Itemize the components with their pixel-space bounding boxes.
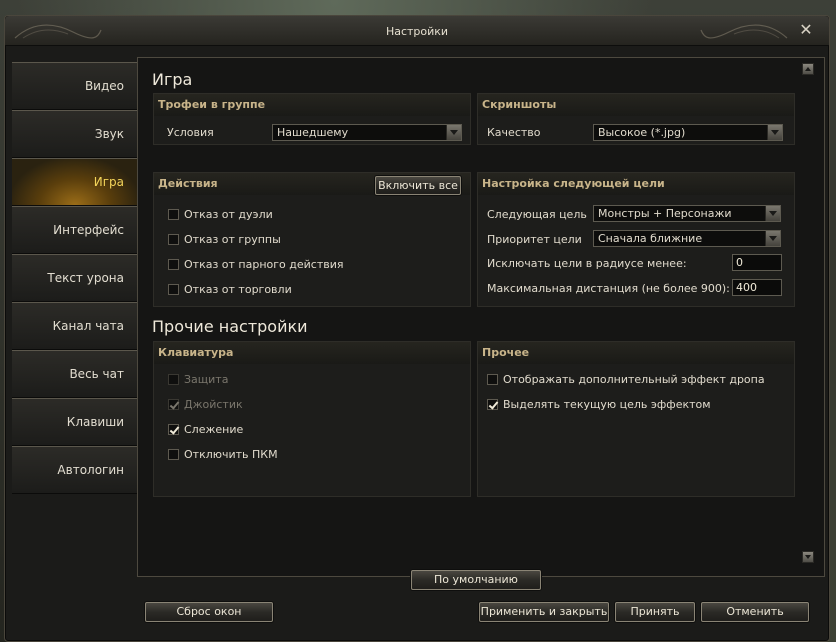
next-target-label: Следующая цель xyxy=(487,208,587,221)
scroll-up-icon[interactable] xyxy=(802,63,814,75)
chevron-down-icon xyxy=(446,125,461,140)
sidebar-item-label: Видео xyxy=(84,79,124,93)
refuse-party-checkbox[interactable]: Отказ от группы xyxy=(168,233,368,247)
sidebar-item-autologin[interactable]: Автологин xyxy=(12,446,138,494)
max-distance-input[interactable] xyxy=(732,279,782,296)
reset-windows-button[interactable]: Сброс окон xyxy=(145,602,273,622)
enable-all-button[interactable]: Включить все xyxy=(375,176,461,195)
protection-label: Защита xyxy=(184,373,229,386)
refuse-duel-label: Отказ от дуэли xyxy=(184,208,273,221)
sidebar-item-label: Звук xyxy=(94,127,124,141)
cancel-button[interactable]: Отменить xyxy=(701,602,809,622)
next-target-section: Настройка следующей цели Следующая цель … xyxy=(477,172,795,307)
screenshot-quality-select[interactable]: Высокое (*.jpg) xyxy=(593,124,783,141)
checkbox-box xyxy=(168,449,179,460)
highlight-target-label: Выделять текущую цель эффектом xyxy=(503,398,711,411)
screenshot-quality-label: Качество xyxy=(487,126,541,139)
sidebar-item-label: Канал чата xyxy=(52,319,124,333)
protection-checkbox[interactable]: Защита xyxy=(168,373,368,387)
apply-button[interactable]: Принять xyxy=(615,602,695,622)
settings-content-panel: Игра Трофеи в группе Условия Нашедшему С… xyxy=(137,57,825,577)
max-distance-label: Максимальная дистанция (не более 900): xyxy=(487,282,730,295)
sidebar-item-label: Клавиши xyxy=(66,415,124,429)
extra-drop-effect-label: Отображать дополнительный эффект дропа xyxy=(503,373,765,386)
exclude-radius-label: Исключать цели в радиусе менее: xyxy=(487,257,687,270)
checkbox-box xyxy=(168,259,179,270)
joystick-checkbox[interactable]: Джойстик xyxy=(168,398,368,412)
settings-sidebar: Видео Звук Игра Интерфейс Текст урона Ка… xyxy=(12,62,147,494)
checkbox-box xyxy=(168,424,179,435)
exclude-radius-input[interactable] xyxy=(732,254,782,271)
checkbox-box xyxy=(168,399,179,410)
chevron-down-icon xyxy=(765,206,780,221)
sidebar-item-sound[interactable]: Звук xyxy=(12,110,138,158)
checkbox-box xyxy=(487,399,498,410)
refuse-duel-checkbox[interactable]: Отказ от дуэли xyxy=(168,208,368,222)
next-target-select[interactable]: Монстры + Персонажи xyxy=(593,205,781,222)
screenshots-section: Скриншоты Качество Высокое (*.jpg) xyxy=(477,93,795,145)
sidebar-item-label: Интерфейс xyxy=(53,223,124,237)
settings-window: Настройки ✕ Видео Звук Игра Интерфейс Те… xyxy=(4,15,830,642)
joystick-label: Джойстик xyxy=(184,398,243,411)
sidebar-item-video[interactable]: Видео xyxy=(12,62,138,110)
target-priority-value: Сначала ближние xyxy=(598,232,703,245)
loot-section: Трофеи в группе Условия Нашедшему xyxy=(153,93,471,145)
loot-condition-select[interactable]: Нашедшему xyxy=(272,124,462,141)
disable-rmb-checkbox[interactable]: Отключить ПКМ xyxy=(168,448,368,462)
sidebar-item-keys[interactable]: Клавиши xyxy=(12,398,138,446)
sidebar-item-all-chat[interactable]: Весь чат xyxy=(12,350,138,398)
keyboard-section: Клавиатура Защита Джойстик Слежение Откл… xyxy=(153,341,471,497)
checkbox-box xyxy=(168,209,179,220)
refuse-couple-action-label: Отказ от парного действия xyxy=(184,258,344,271)
checkbox-box xyxy=(487,374,498,385)
sidebar-item-damage-text[interactable]: Текст урона xyxy=(12,254,138,302)
checkbox-box xyxy=(168,284,179,295)
defaults-button[interactable]: По умолчанию xyxy=(411,570,541,590)
refuse-trade-label: Отказ от торговли xyxy=(184,283,292,296)
keyboard-section-title: Клавиатура xyxy=(154,342,470,364)
misc-section-title: Прочее xyxy=(478,342,794,364)
screenshot-quality-value: Высокое (*.jpg) xyxy=(598,126,686,139)
misc-section: Прочее Отображать дополнительный эффект … xyxy=(477,341,795,497)
other-settings-heading: Прочие настройки xyxy=(152,317,308,336)
chevron-down-icon xyxy=(765,231,780,246)
sidebar-item-label: Игра xyxy=(93,175,124,189)
scroll-down-icon[interactable] xyxy=(802,551,814,563)
disable-rmb-label: Отключить ПКМ xyxy=(184,448,278,461)
target-priority-label: Приоритет цели xyxy=(487,233,582,246)
sidebar-item-chat-channel[interactable]: Канал чата xyxy=(12,302,138,350)
highlight-target-checkbox[interactable]: Выделять текущую цель эффектом xyxy=(487,398,787,412)
refuse-trade-checkbox[interactable]: Отказ от торговли xyxy=(168,283,368,297)
sidebar-item-interface[interactable]: Интерфейс xyxy=(12,206,138,254)
title-bar[interactable]: Настройки ✕ xyxy=(5,16,829,46)
apply-and-close-button[interactable]: Применить и закрыть xyxy=(479,602,609,622)
refuse-couple-action-checkbox[interactable]: Отказ от парного действия xyxy=(168,258,368,272)
loot-condition-label: Условия xyxy=(167,126,214,139)
actions-section: Действия Включить все Отказ от дуэли Отк… xyxy=(153,172,471,307)
loot-condition-value: Нашедшему xyxy=(277,126,349,139)
refuse-party-label: Отказ от группы xyxy=(184,233,281,246)
sidebar-item-label: Текст урона xyxy=(47,271,124,285)
window-title: Настройки xyxy=(385,25,449,38)
next-target-section-title: Настройка следующей цели xyxy=(478,173,794,195)
chevron-down-icon xyxy=(767,125,782,140)
tracking-label: Слежение xyxy=(184,423,244,436)
next-target-value: Монстры + Персонажи xyxy=(598,207,732,220)
tracking-checkbox[interactable]: Слежение xyxy=(168,423,368,437)
screenshots-section-title: Скриншоты xyxy=(478,94,794,116)
close-icon[interactable]: ✕ xyxy=(797,21,815,39)
extra-drop-effect-checkbox[interactable]: Отображать дополнительный эффект дропа xyxy=(487,373,787,387)
sidebar-item-label: Автологин xyxy=(57,463,124,477)
game-heading: Игра xyxy=(152,70,193,89)
sidebar-item-label: Весь чат xyxy=(69,367,124,381)
sidebar-item-game[interactable]: Игра xyxy=(12,158,147,206)
target-priority-select[interactable]: Сначала ближние xyxy=(593,230,781,247)
checkbox-box xyxy=(168,234,179,245)
checkbox-box xyxy=(168,374,179,385)
loot-section-title: Трофеи в группе xyxy=(154,94,470,116)
